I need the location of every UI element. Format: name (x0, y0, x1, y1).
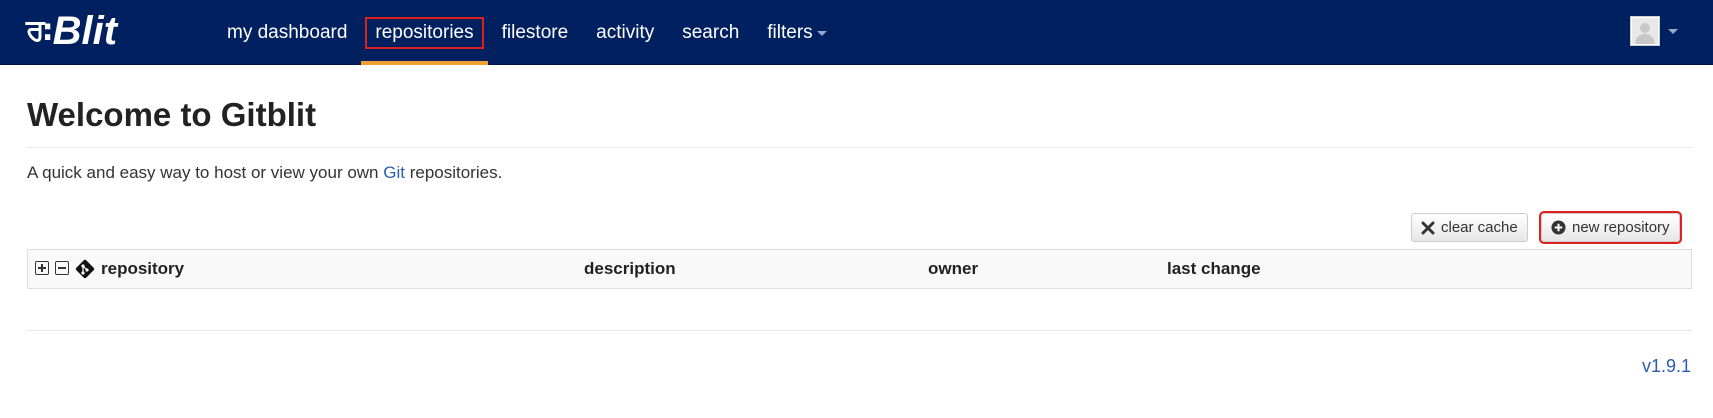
nav-filestore[interactable]: filestore (488, 0, 583, 65)
version-link[interactable]: v1.9.1 (1642, 356, 1691, 377)
top-navbar: ਰ: Blit my dashboard repositories filest… (0, 0, 1713, 65)
nav-search[interactable]: search (668, 0, 753, 65)
git-link[interactable]: Git (383, 163, 405, 182)
nav-label: search (682, 21, 740, 43)
close-icon (1421, 221, 1435, 235)
repositories-table: repository description owner last change (27, 249, 1692, 289)
collapse-all-icon[interactable] (55, 261, 69, 275)
main-nav: my dashboard repositories filestore acti… (213, 0, 841, 65)
user-menu-chevron-down-icon[interactable] (1668, 29, 1678, 34)
header-divider (27, 147, 1692, 148)
gitblit-logo[interactable]: ਰ: Blit (26, 11, 117, 51)
intro-text-after: repositories. (404, 163, 503, 182)
intro-text: A quick and easy way to host or view you… (27, 161, 502, 185)
footer-divider (27, 330, 1692, 331)
nav-label: my dashboard (227, 21, 348, 43)
intro-text-before: A quick and easy way to host or view you… (27, 163, 384, 182)
clear-cache-label: clear cache (1441, 219, 1518, 236)
nav-my-dashboard[interactable]: my dashboard (213, 0, 361, 65)
nav-label: filters (767, 21, 813, 43)
chevron-down-icon (816, 31, 827, 36)
nav-label: filestore (501, 21, 569, 43)
nav-filters-dropdown[interactable]: filters (753, 0, 840, 65)
column-header-owner[interactable]: owner (928, 250, 978, 288)
nav-label: repositories (365, 16, 484, 49)
logo-glyph: ਰ: (26, 13, 54, 48)
column-header-last-change[interactable]: last change (1167, 250, 1261, 288)
expand-all-icon[interactable] (35, 261, 49, 275)
column-header-repository[interactable]: repository (101, 250, 184, 288)
clear-cache-button[interactable]: clear cache (1411, 213, 1528, 242)
nav-activity[interactable]: activity (582, 0, 668, 65)
plus-circle-icon (1551, 220, 1566, 235)
nav-repositories[interactable]: repositories (361, 0, 488, 65)
user-avatar[interactable] (1630, 16, 1660, 46)
git-repository-icon (75, 259, 95, 284)
new-repository-button[interactable]: new repository (1539, 211, 1682, 244)
column-header-description[interactable]: description (584, 250, 676, 288)
user-silhouette-icon (1632, 18, 1658, 44)
nav-label: activity (596, 21, 655, 43)
page-title: Welcome to Gitblit (27, 96, 317, 133)
logo-text: Blit (52, 9, 118, 53)
new-repository-label: new repository (1572, 219, 1670, 236)
